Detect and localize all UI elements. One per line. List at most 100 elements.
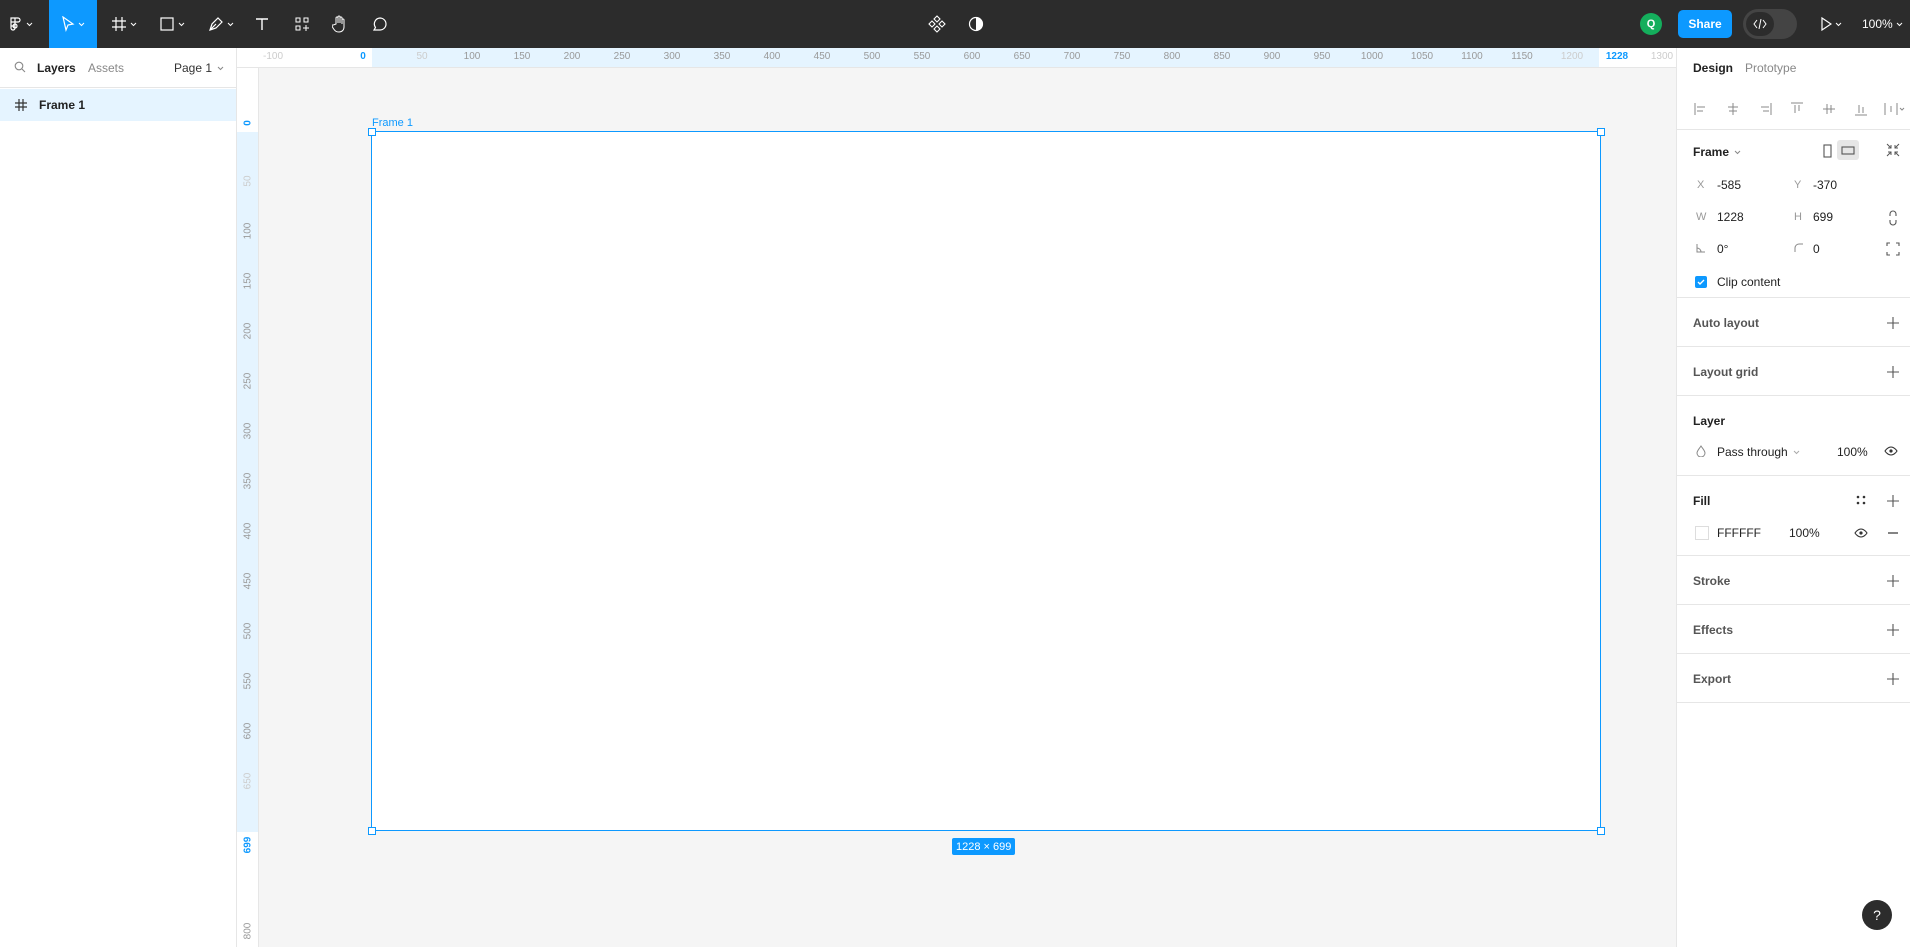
add-fill-icon[interactable]: [1886, 494, 1900, 508]
styles-grid-icon[interactable]: [1855, 494, 1867, 506]
height-input[interactable]: 699: [1813, 210, 1833, 224]
width-input[interactable]: 1228: [1717, 210, 1744, 224]
x-label: X: [1697, 179, 1705, 191]
user-avatar[interactable]: Q: [1640, 13, 1662, 35]
export-section: Export: [1677, 654, 1910, 703]
main-menu-button[interactable]: [0, 0, 40, 48]
frame-label[interactable]: Frame 1: [372, 117, 413, 129]
frame-type-dropdown[interactable]: Frame: [1693, 145, 1741, 159]
add-auto-layout-icon[interactable]: [1886, 316, 1900, 330]
ruler-left-tick: 250: [242, 372, 254, 390]
fill-color-swatch[interactable]: [1695, 526, 1709, 540]
frame-tool-button[interactable]: [106, 0, 142, 48]
remove-fill-icon[interactable]: [1886, 527, 1900, 539]
align-bottom-icon[interactable]: [1853, 101, 1869, 117]
chevron-down-icon: [130, 22, 137, 26]
ruler-top-tick: 150: [513, 51, 531, 62]
fill-opacity-input[interactable]: 100%: [1789, 526, 1820, 540]
h-label: H: [1794, 211, 1802, 223]
align-right-icon[interactable]: [1757, 101, 1773, 117]
ruler-top-tick: 1300: [1650, 51, 1674, 62]
rotation-input[interactable]: 0°: [1717, 242, 1728, 256]
independent-corners-icon[interactable]: [1886, 242, 1900, 256]
text-icon: [256, 18, 268, 30]
components-button[interactable]: [925, 0, 949, 48]
pen-tool-button[interactable]: [203, 0, 239, 48]
add-layout-grid-icon[interactable]: [1886, 365, 1900, 379]
align-top-icon[interactable]: [1789, 101, 1805, 117]
ruler-top-tick: 550: [913, 51, 931, 62]
hand-tool-button[interactable]: [328, 0, 352, 48]
align-center-v-icon[interactable]: [1821, 101, 1837, 117]
ruler-top-tick: 250: [613, 51, 631, 62]
stroke-section: Stroke: [1677, 556, 1910, 605]
tab-design[interactable]: Design: [1693, 48, 1733, 88]
help-button[interactable]: ?: [1862, 900, 1892, 930]
corner-radius-input[interactable]: 0: [1813, 242, 1820, 256]
resize-to-fit-icon[interactable]: [1886, 143, 1900, 157]
contrast-icon: [968, 16, 984, 32]
page-selector[interactable]: Page 1: [174, 48, 224, 88]
eye-icon[interactable]: [1854, 527, 1868, 539]
ruler-top-tick: 1100: [1461, 51, 1483, 62]
tab-prototype[interactable]: Prototype: [1745, 48, 1796, 88]
frame-icon: [112, 17, 126, 31]
layer-row-frame-1[interactable]: Frame 1: [0, 89, 236, 121]
blend-mode-dropdown[interactable]: Pass through: [1717, 445, 1800, 459]
check-icon: [1697, 279, 1705, 285]
present-button[interactable]: [1818, 0, 1844, 48]
constrain-proportions-icon[interactable]: [1887, 210, 1899, 226]
theme-toggle-button[interactable]: [964, 0, 988, 48]
eye-icon[interactable]: [1884, 445, 1898, 457]
ruler-top-tick: 800: [1163, 51, 1181, 62]
clip-content-label: Clip content: [1717, 275, 1781, 289]
ruler-top-tick: 450: [813, 51, 831, 62]
ruler-left-tick: 600: [242, 722, 254, 740]
add-effect-icon[interactable]: [1886, 623, 1900, 637]
ruler-top-tick: 50: [416, 51, 428, 62]
ruler-top: -100 0 50 100 150 200 250 300 350 400 45…: [237, 48, 1676, 68]
hand-icon: [332, 15, 345, 33]
ruler-top-tick: 1050: [1410, 51, 1434, 62]
layer-section: Layer Pass through 100%: [1677, 396, 1910, 476]
y-input[interactable]: -370: [1813, 178, 1837, 192]
add-export-icon[interactable]: [1886, 672, 1900, 686]
resize-handle-bl[interactable]: [368, 827, 376, 835]
resize-handle-tr[interactable]: [1597, 128, 1605, 136]
resize-handle-br[interactable]: [1597, 827, 1605, 835]
alignment-row: [1677, 88, 1910, 130]
x-input[interactable]: -585: [1717, 178, 1741, 192]
effects-title: Effects: [1693, 623, 1734, 637]
ruler-top-tick: 950: [1313, 51, 1331, 62]
resources-tool-button[interactable]: [290, 0, 314, 48]
ruler-top-tick: 850: [1213, 51, 1231, 62]
ruler-left-tick: 400: [242, 522, 254, 540]
tab-layers[interactable]: Layers: [37, 48, 76, 88]
share-button[interactable]: Share: [1678, 10, 1732, 38]
move-tool-button[interactable]: [49, 0, 97, 48]
clip-content-checkbox[interactable]: [1695, 276, 1707, 288]
text-tool-button[interactable]: [250, 0, 274, 48]
dev-mode-toggle[interactable]: [1743, 9, 1797, 39]
zoom-menu[interactable]: 100%: [1862, 0, 1903, 48]
distribute-icon[interactable]: [1883, 101, 1905, 117]
search-icon[interactable]: [14, 61, 26, 73]
shape-tool-button[interactable]: [154, 0, 190, 48]
layer-opacity-input[interactable]: 100%: [1837, 445, 1868, 459]
comment-tool-button[interactable]: [368, 0, 392, 48]
ruler-top-tick: 600: [963, 51, 981, 62]
chevron-down-icon: [1793, 450, 1800, 454]
ruler-top-tick: 700: [1063, 51, 1081, 62]
chevron-down-icon: [1896, 22, 1903, 26]
add-stroke-icon[interactable]: [1886, 574, 1900, 588]
chevron-down-icon: [78, 22, 85, 26]
align-left-icon[interactable]: [1693, 101, 1709, 117]
landscape-button[interactable]: [1837, 140, 1859, 160]
align-center-h-icon[interactable]: [1725, 101, 1741, 117]
frame-1[interactable]: [371, 131, 1601, 831]
right-panel: Design Prototype Frame X -585 Y -370 W 1…: [1676, 48, 1910, 947]
fill-hex-input[interactable]: FFFFFF: [1717, 526, 1761, 540]
tab-assets[interactable]: Assets: [88, 48, 124, 88]
portrait-icon[interactable]: [1820, 143, 1834, 159]
resize-handle-tl[interactable]: [368, 128, 376, 136]
